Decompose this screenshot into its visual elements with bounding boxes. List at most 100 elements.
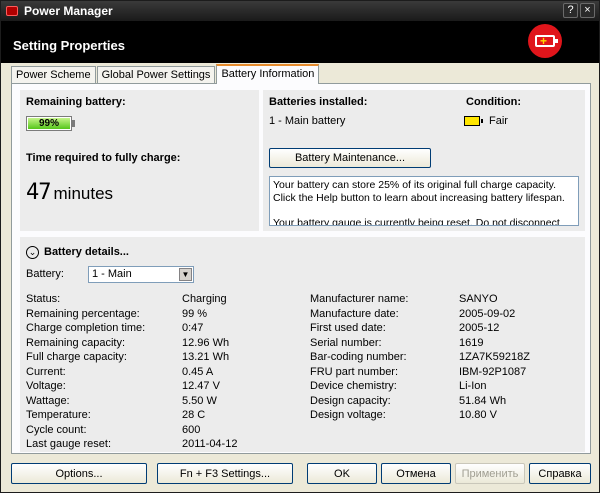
detail-key: Serial number:: [310, 336, 382, 349]
condition-label: Condition:: [466, 96, 521, 108]
detail-value: 12.96 Wh: [182, 336, 230, 349]
charge-time-value: 47: [26, 180, 51, 205]
battery-message-box[interactable]: Your battery can store 25% of its origin…: [269, 176, 579, 226]
detail-key: FRU part number:: [310, 365, 399, 378]
battery-status-panel: Remaining battery: 99% Time required to …: [20, 90, 259, 231]
fn-f3-settings-button[interactable]: Fn + F3 Settings...: [157, 463, 293, 484]
detail-key: Bar-coding number:: [310, 351, 407, 363]
message-capacity: Your battery can store 25% of its origin…: [273, 179, 565, 204]
detail-value: 10.80 V: [459, 409, 497, 421]
header-banner: Setting Properties +: [1, 21, 599, 63]
detail-value: 28 C: [182, 409, 206, 421]
battery-select[interactable]: 1 - Main ▼: [88, 266, 194, 283]
batteries-installed-label: Batteries installed:: [269, 96, 368, 108]
battery-nub: [72, 120, 75, 127]
battery-select-value: 1 - Main: [92, 268, 132, 280]
batteries-installed-panel: Batteries installed: 1 - Main battery Co…: [263, 90, 585, 231]
detail-value: 600: [182, 423, 201, 436]
detail-value: 51.84 Wh: [459, 394, 507, 407]
cancel-button[interactable]: Отмена: [381, 463, 451, 484]
help-icon[interactable]: ?: [563, 3, 578, 18]
page-title: Setting Properties: [13, 38, 125, 53]
message-gauge-reset: Your battery gauge is currently being re…: [273, 217, 560, 226]
detail-row: Bar-coding number: 1ZA7K59218Z: [310, 350, 582, 365]
detail-row: Temperature: 28 C: [26, 408, 306, 423]
tab-power-scheme[interactable]: Power Scheme: [11, 66, 96, 84]
detail-key: Manufacture date:: [310, 307, 399, 320]
charge-time-readout: 47 minutes: [26, 180, 113, 205]
detail-row: Cycle count: 600: [26, 423, 306, 438]
detail-key: Current:: [26, 365, 66, 378]
detail-value: 5.50 W: [182, 394, 217, 407]
battery-percent-text: 99%: [38, 118, 59, 129]
detail-row: Manufacturer name: SANYO: [310, 292, 582, 307]
detail-key: Device chemistry:: [310, 380, 397, 392]
power-manager-window: Power Manager ? × Setting Properties + P…: [0, 0, 600, 493]
detail-value: 1619: [459, 336, 484, 349]
battery-select-label: Battery:: [26, 268, 64, 280]
battery-details-panel: ⌄ Battery details... Battery: 1 - Main ▼…: [20, 237, 585, 452]
detail-value: 99 %: [182, 307, 208, 320]
chevron-down-icon[interactable]: ▼: [179, 268, 192, 281]
detail-value: 13.21 Wh: [182, 351, 230, 363]
detail-key: Charge completion time:: [26, 322, 146, 334]
detail-row: Device chemistry: Li-Ion: [310, 379, 582, 394]
detail-value: 12.47 V: [182, 380, 220, 392]
title-bar[interactable]: Power Manager ? ×: [1, 1, 599, 21]
battery-logo-icon: +: [528, 24, 562, 58]
detail-key: Design capacity:: [310, 394, 391, 407]
detail-row: First used date: 2005-12: [310, 321, 582, 336]
detail-row: Serial number: 1619: [310, 336, 582, 351]
detail-row: Current: 0.45 A: [26, 365, 306, 380]
detail-key: Status:: [26, 293, 61, 305]
help-button[interactable]: Справка: [529, 463, 591, 484]
detail-row: Wattage: 5.50 W: [26, 394, 306, 409]
window-title: Power Manager: [24, 4, 113, 18]
detail-key: Remaining capacity:: [26, 336, 126, 349]
detail-row: Design capacity: 51.84 Wh: [310, 394, 582, 409]
options-button[interactable]: Options...: [11, 463, 147, 484]
tab-strip: Power Scheme Global Power Settings Batte…: [11, 64, 320, 84]
detail-key: Last gauge reset:: [26, 438, 112, 450]
detail-row: Last gauge reset: 2011-04-12: [26, 437, 306, 452]
detail-key: Design voltage:: [310, 409, 386, 421]
detail-value: SANYO: [459, 293, 498, 305]
detail-key: Manufacturer name:: [310, 293, 409, 305]
detail-row: Voltage: 12.47 V: [26, 379, 306, 394]
detail-row: Design voltage: 10.80 V: [310, 408, 582, 423]
detail-row: Charge completion time: 0:47: [26, 321, 306, 336]
detail-value: IBM-92P1087: [459, 365, 527, 378]
detail-row: FRU part number: IBM-92P1087: [310, 365, 582, 380]
detail-key: Remaining percentage:: [26, 307, 140, 320]
remaining-battery-label: Remaining battery:: [26, 96, 126, 108]
charge-time-unit: minutes: [53, 184, 114, 203]
detail-value: 2005-09-02: [459, 307, 516, 320]
tab-global-power-settings[interactable]: Global Power Settings: [96, 66, 216, 84]
battery-maintenance-button[interactable]: Battery Maintenance...: [269, 148, 431, 168]
collapse-details-icon[interactable]: ⌄: [26, 246, 39, 259]
detail-key: Wattage:: [26, 394, 70, 407]
app-icon: [6, 6, 18, 16]
detail-value: Li-Ion: [459, 380, 487, 392]
detail-row: Status: Charging: [26, 292, 306, 307]
detail-key: Cycle count:: [26, 423, 87, 436]
detail-key: Full charge capacity:: [26, 351, 127, 363]
apply-button[interactable]: Применить: [455, 463, 525, 484]
detail-value: 0:47: [182, 322, 204, 334]
detail-row: Manufacture date: 2005-09-02: [310, 307, 582, 322]
detail-key: First used date:: [310, 322, 386, 334]
close-icon[interactable]: ×: [580, 3, 595, 18]
battery-level-bar: 99%: [26, 116, 72, 131]
detail-value: 1ZA7K59218Z: [459, 351, 530, 363]
detail-key: Temperature:: [26, 409, 91, 421]
details-left-column: Status: Charging Remaining percentage: 99 …: [26, 292, 306, 452]
ok-button[interactable]: OK: [307, 463, 377, 484]
installed-battery-value: 1 - Main battery: [269, 115, 346, 127]
battery-details-title[interactable]: Battery details...: [44, 246, 129, 258]
detail-value: 0.45 A: [182, 365, 214, 378]
detail-row: Remaining capacity: 12.96 Wh: [26, 336, 306, 351]
detail-row: Full charge capacity: 13.21 Wh: [26, 350, 306, 365]
battery-condition-icon: [464, 116, 483, 126]
tab-battery-information[interactable]: Battery Information: [216, 64, 320, 84]
charge-time-label: Time required to fully charge:: [26, 152, 181, 164]
